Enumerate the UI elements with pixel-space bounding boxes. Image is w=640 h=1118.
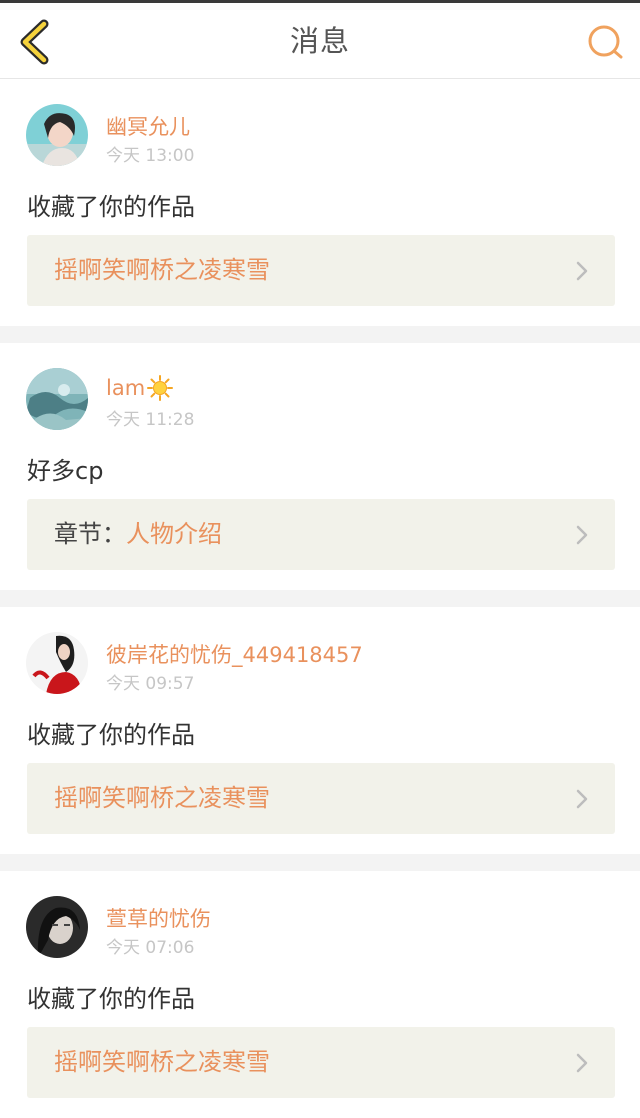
header: 消息 — [0, 3, 640, 79]
username[interactable]: 萱草的忧伤 — [106, 903, 211, 933]
message-list: 幽冥允儿 今天 13:00 收藏了你的作品 摇啊笑啊桥之凌寒雪 lam 今天 1… — [0, 79, 640, 1118]
message-card: 萱草的忧伤 今天 07:06 收藏了你的作品 摇啊笑啊桥之凌寒雪 — [0, 871, 640, 1118]
message-card: 幽冥允儿 今天 13:00 收藏了你的作品 摇啊笑啊桥之凌寒雪 — [0, 79, 640, 343]
avatar[interactable] — [26, 368, 88, 430]
work-link[interactable]: 摇啊笑啊桥之凌寒雪 — [27, 235, 615, 306]
timestamp: 今天 13:00 — [106, 146, 195, 166]
work-link-label: 摇啊笑啊桥之凌寒雪 — [54, 1027, 270, 1098]
username[interactable]: 彼岸花的忧伤_449418457 — [106, 639, 363, 669]
work-link-label: 摇啊笑啊桥之凌寒雪 — [54, 763, 270, 834]
chevron-right-icon — [576, 789, 588, 809]
link-title: 摇啊笑啊桥之凌寒雪 — [54, 784, 270, 812]
username[interactable]: 幽冥允儿 — [106, 111, 190, 141]
chapter-link[interactable]: 章节：人物介绍 — [27, 499, 615, 570]
avatar[interactable] — [26, 104, 88, 166]
work-link[interactable]: 摇啊笑啊桥之凌寒雪 — [27, 1027, 615, 1098]
sun-icon — [147, 375, 174, 401]
search-icon — [588, 25, 623, 59]
message-text: 好多cp — [27, 457, 104, 485]
username[interactable]: lam — [106, 375, 174, 401]
avatar[interactable] — [26, 896, 88, 958]
chevron-right-icon — [576, 525, 588, 545]
link-title: 人物介绍 — [126, 520, 222, 548]
message-card: 彼岸花的忧伤_449418457 今天 09:57 收藏了你的作品 摇啊笑啊桥之… — [0, 607, 640, 871]
search-button[interactable] — [584, 21, 628, 65]
work-link-label: 摇啊笑啊桥之凌寒雪 — [54, 235, 270, 306]
message-text: 收藏了你的作品 — [27, 193, 195, 221]
chevron-right-icon — [576, 1053, 588, 1073]
message-text: 收藏了你的作品 — [27, 985, 195, 1013]
avatar[interactable] — [26, 632, 88, 694]
link-prefix: 章节： — [54, 520, 126, 548]
page-title: 消息 — [289, 24, 350, 58]
link-title: 摇啊笑啊桥之凌寒雪 — [54, 1048, 270, 1076]
timestamp: 今天 11:28 — [106, 410, 195, 430]
message-card: lam 今天 11:28 好多cp 章节：人物介绍 — [0, 343, 640, 607]
timestamp: 今天 07:06 — [106, 938, 195, 958]
message-text: 收藏了你的作品 — [27, 721, 195, 749]
timestamp: 今天 09:57 — [106, 674, 195, 694]
chevron-right-icon — [576, 261, 588, 281]
work-link[interactable]: 摇啊笑啊桥之凌寒雪 — [27, 763, 615, 834]
chapter-link-label: 章节：人物介绍 — [54, 499, 222, 570]
link-title: 摇啊笑啊桥之凌寒雪 — [54, 256, 270, 284]
